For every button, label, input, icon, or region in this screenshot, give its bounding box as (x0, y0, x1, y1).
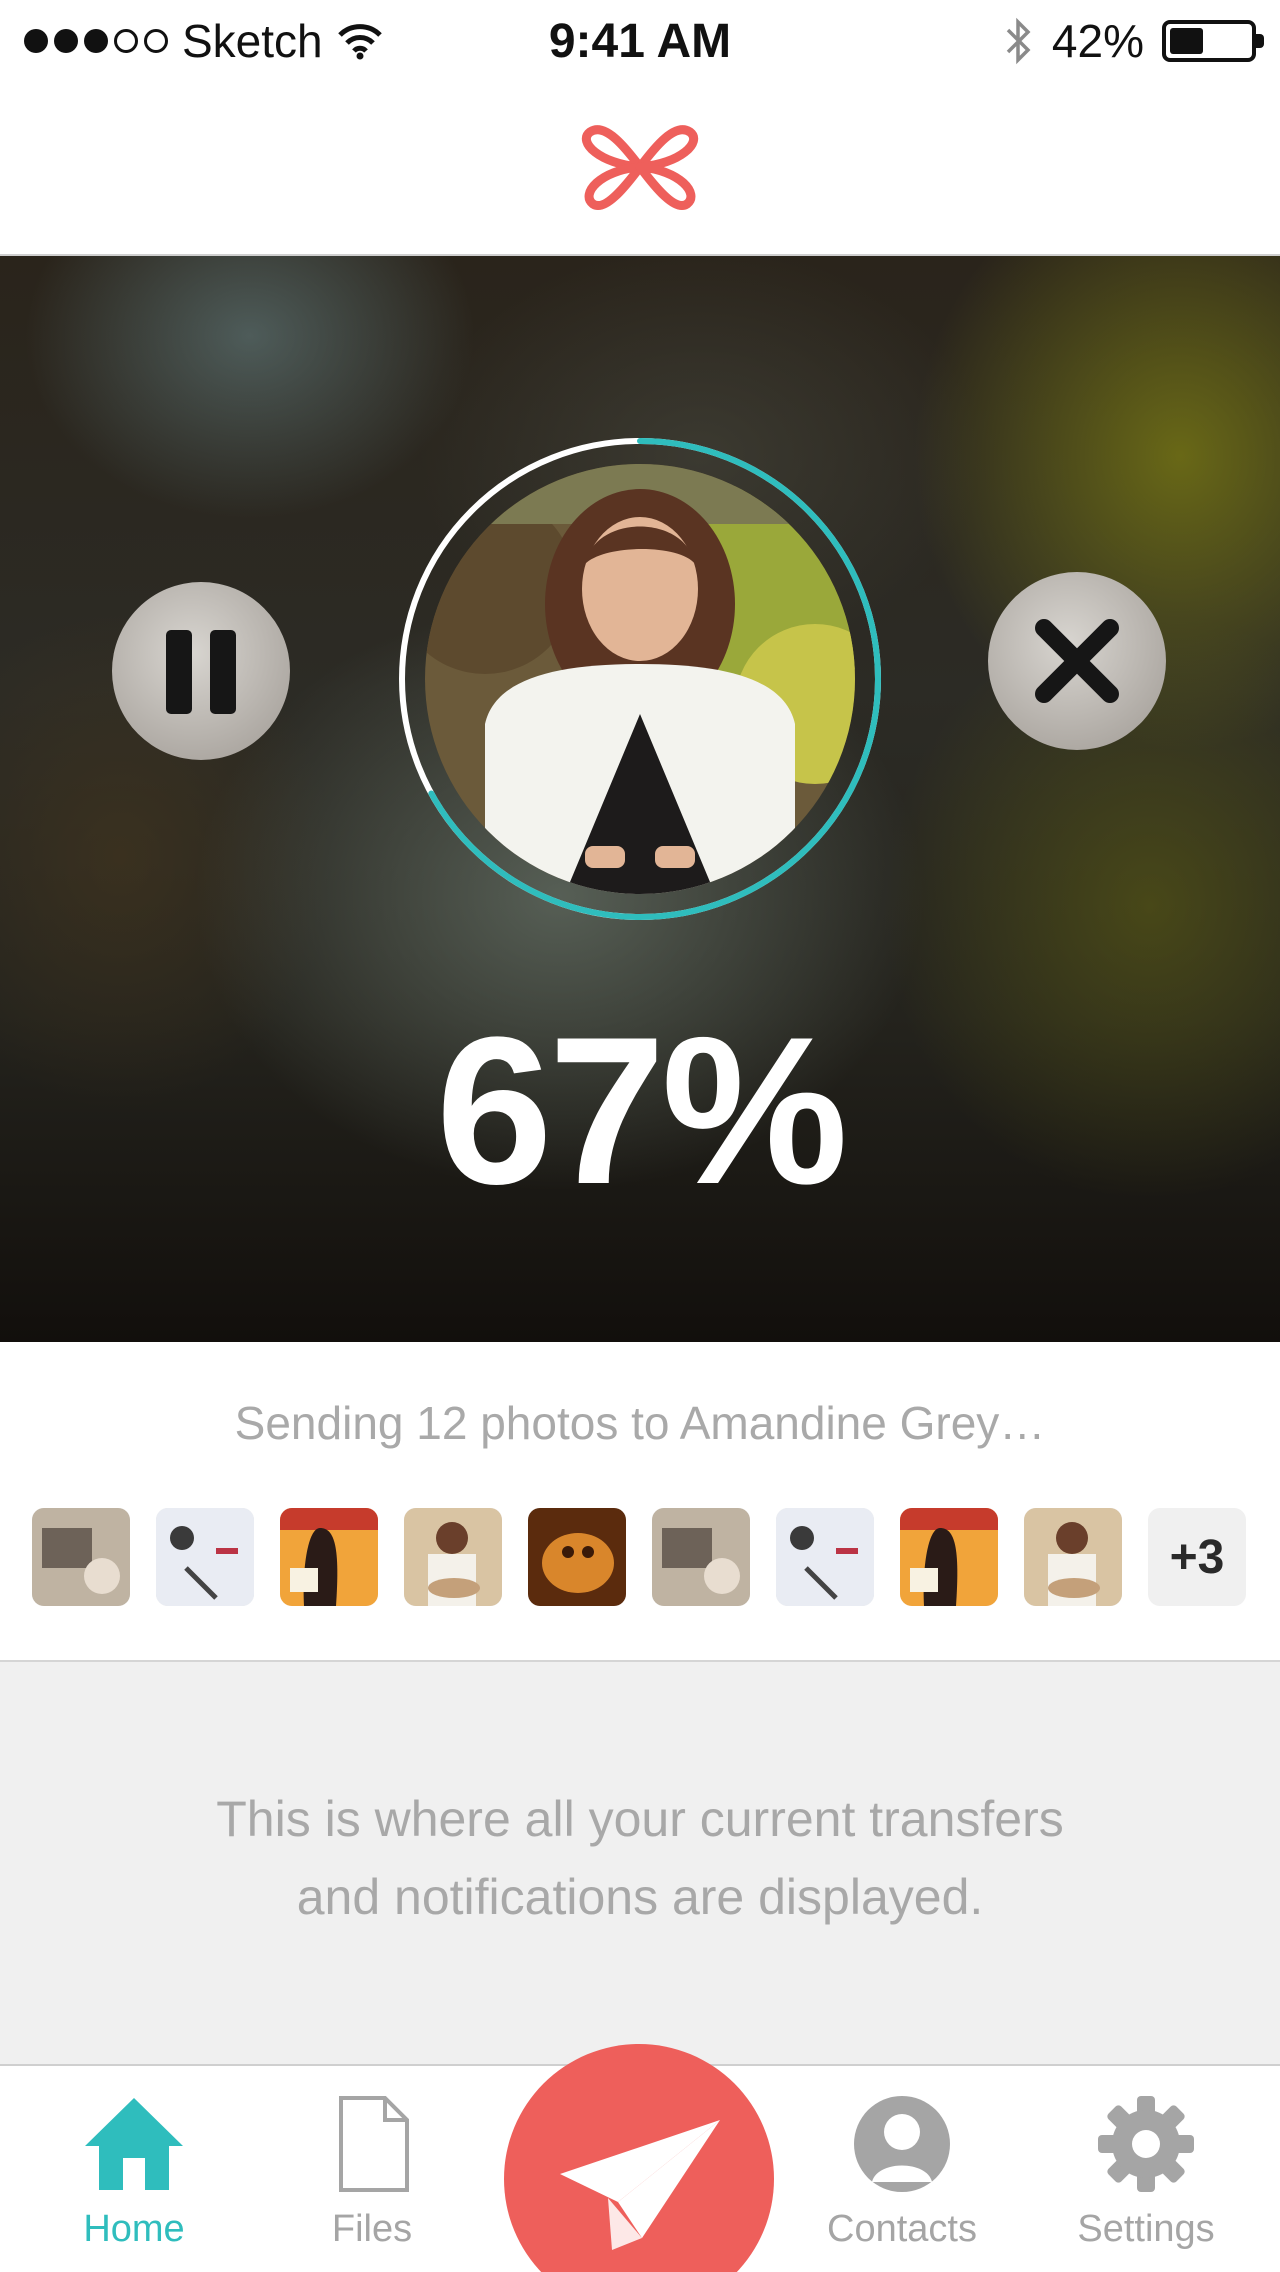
tab-settings[interactable]: Settings (1036, 2094, 1256, 2272)
tab-settings-label: Settings (1077, 2208, 1215, 2250)
close-icon (1035, 619, 1119, 703)
home-icon (85, 2098, 183, 2190)
transfer-hero: 67% (0, 256, 1280, 1342)
transfer-details: Sending 12 photos to Amandine Grey… +3 (0, 1342, 1280, 1662)
tab-home-label: Home (83, 2208, 185, 2250)
notifications-placeholder: This is where all your current transfers… (0, 1662, 1280, 2066)
recipient-avatar-progress (393, 432, 887, 926)
pause-icon (166, 630, 236, 714)
photo-thumbnail[interactable] (528, 1508, 626, 1606)
photo-thumbnail[interactable] (156, 1508, 254, 1606)
file-icon (339, 2096, 409, 2192)
contact-icon (854, 2096, 950, 2192)
photo-thumbnails: +3 (32, 1508, 1246, 1606)
clover-logo-icon (581, 125, 699, 210)
status-right: 42% (1004, 14, 1264, 68)
battery-icon (1162, 20, 1264, 62)
tab-contacts-label: Contacts (827, 2208, 977, 2250)
more-photos-badge[interactable]: +3 (1148, 1508, 1246, 1606)
battery-percent: 42% (1051, 15, 1144, 67)
gear-icon (1098, 2096, 1194, 2192)
cancel-button[interactable] (988, 572, 1166, 750)
photo-thumbnail[interactable] (32, 1508, 130, 1606)
photo-thumbnail[interactable] (1024, 1508, 1122, 1606)
placeholder-line-2: and notifications are displayed. (296, 1869, 984, 1925)
photo-thumbnail[interactable] (900, 1508, 998, 1606)
placeholder-text: This is where all your current transfers… (140, 1780, 1140, 1936)
photo-thumbnail[interactable] (404, 1508, 502, 1606)
photo-thumbnail[interactable] (280, 1508, 378, 1606)
placeholder-line-1: This is where all your current transfers (216, 1791, 1064, 1847)
tab-contacts[interactable]: Contacts (792, 2094, 1012, 2272)
paper-plane-icon (560, 2120, 720, 2250)
battery-level (1170, 28, 1203, 54)
tab-files[interactable]: Files (262, 2094, 482, 2272)
pause-button[interactable] (112, 582, 290, 760)
photo-thumbnail[interactable] (652, 1508, 750, 1606)
progress-percent: 67% (435, 993, 848, 1228)
app-header (0, 84, 1280, 256)
recipient-avatar (425, 464, 855, 894)
bluetooth-icon (1006, 17, 1031, 65)
transfer-status-text: Sending 12 photos to Amandine Grey… (234, 1397, 1046, 1449)
tab-files-label: Files (331, 2208, 413, 2250)
photo-thumbnail[interactable] (776, 1508, 874, 1606)
tab-home[interactable]: Home (24, 2094, 244, 2272)
status-bar: Sketch 9:41 AM 42% (0, 0, 1280, 84)
